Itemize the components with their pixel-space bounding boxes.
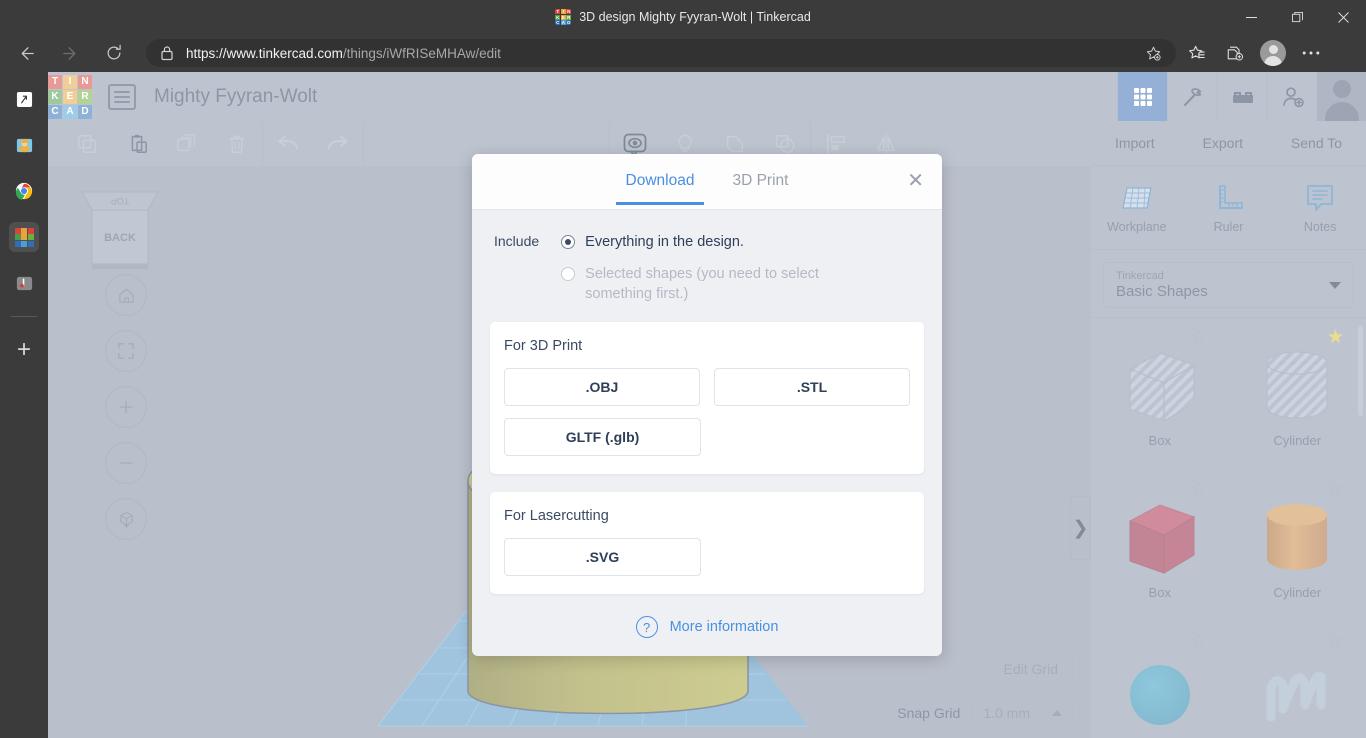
collections-icon[interactable]	[1218, 38, 1252, 68]
svg-download-button[interactable]: .SVG	[504, 538, 701, 576]
tinkercad-favicon: T I N K E R C A D	[555, 9, 572, 25]
favicon-letter: T	[555, 9, 561, 14]
lock-icon	[160, 45, 176, 61]
address-bar[interactable]: https://www.tinkercad.com/things/iWfRISe…	[146, 39, 1176, 67]
section-title: For Lasercutting	[504, 508, 609, 524]
section-title: For 3D Print	[504, 338, 583, 354]
more-information-label: More information	[669, 619, 779, 635]
browser-tab[interactable]: T I N K E R C A D 3D design Mighty Fyyra…	[555, 9, 811, 25]
gltf-download-button[interactable]: GLTF (.glb)	[504, 418, 701, 456]
profile-avatar[interactable]	[1256, 38, 1290, 68]
reload-icon[interactable]	[96, 37, 132, 69]
favicon-letter: C	[555, 20, 561, 25]
format-row: .OBJ .STL	[504, 368, 910, 406]
explorer-icon[interactable]	[9, 130, 39, 160]
tab-title: 3D design Mighty Fyyran-Wolt | Tinkercad	[579, 10, 811, 24]
browser-settings-icon[interactable]	[1294, 38, 1328, 68]
include-row: Include Everything in the design. Select…	[490, 232, 924, 304]
everything-radio[interactable]	[561, 235, 576, 249]
url-path: /things/iWfRISeMHAw/edit	[342, 45, 501, 61]
for-3d-print-section: For 3D Print .OBJ .STL GLTF (.glb)	[490, 322, 924, 474]
favicon-letter: D	[566, 20, 572, 25]
back-arrow-icon[interactable]	[8, 37, 44, 69]
stl-download-button[interactable]: .STL	[714, 368, 910, 406]
media-app-icon[interactable]	[9, 268, 39, 298]
forward-arrow-icon[interactable]	[52, 37, 88, 69]
favicon-letter: I	[560, 9, 566, 14]
selected-shapes-radio-label: Selected shapes (you need to select some…	[585, 266, 819, 302]
avatar	[1260, 40, 1286, 66]
favicon-letter: K	[555, 14, 561, 20]
maximize-button[interactable]	[1274, 0, 1320, 34]
everything-radio-option[interactable]: Everything in the design.	[561, 232, 843, 252]
url-text: https://www.tinkercad.com/things/iWfRISe…	[186, 46, 501, 61]
favicon-letter: A	[560, 20, 566, 25]
more-information-link[interactable]: ? More information	[490, 616, 924, 638]
obj-download-button[interactable]: .OBJ	[504, 368, 700, 406]
modal-header: Download 3D Print ✕	[472, 154, 942, 210]
add-app-button[interactable]: +	[9, 335, 39, 365]
url-scheme: https://	[186, 45, 227, 61]
url-host: www.tinkercad.com	[226, 45, 343, 61]
close-modal-button[interactable]: ✕	[907, 171, 924, 191]
tab-download[interactable]: Download	[615, 154, 705, 205]
favicon-letter: R	[566, 14, 572, 20]
for-lasercutting-section: For Lasercutting .SVG	[490, 492, 924, 594]
format-row: GLTF (.glb)	[504, 418, 910, 456]
selected-shapes-radio[interactable]	[561, 267, 576, 281]
browser-toolbar: https://www.tinkercad.com/things/iWfRISe…	[0, 34, 1366, 72]
favicon-letter: N	[566, 9, 572, 14]
windows-app-icon[interactable]	[9, 84, 39, 114]
include-options: Everything in the design. Selected shape…	[561, 232, 843, 304]
window-controls	[1228, 0, 1366, 34]
tab-3d-print[interactable]: 3D Print	[722, 154, 798, 204]
modal-tabs: Download 3D Print	[615, 154, 799, 205]
os-sidebar: +	[0, 72, 48, 738]
minimize-button[interactable]	[1228, 0, 1274, 34]
favicon-letter: E	[560, 14, 566, 20]
modal-body: Include Everything in the design. Select…	[472, 210, 942, 638]
format-row: .SVG	[504, 538, 910, 576]
close-window-button[interactable]	[1320, 0, 1366, 34]
selected-shapes-radio-option[interactable]: Selected shapes (you need to select some…	[561, 264, 843, 304]
everything-radio-label: Everything in the design.	[585, 234, 744, 250]
include-label: Include	[494, 233, 540, 249]
export-modal: Download 3D Print ✕ Include Everything i…	[472, 154, 942, 656]
browser-titlebar: T I N K E R C A D 3D design Mighty Fyyra…	[0, 0, 1366, 34]
question-circle-icon: ?	[635, 616, 658, 638]
add-favorite-icon[interactable]	[1140, 40, 1166, 66]
rail-divider	[11, 316, 37, 317]
tinkercad-app-icon[interactable]	[9, 222, 39, 252]
favorites-icon[interactable]	[1180, 38, 1214, 68]
google-chrome-icon[interactable]	[9, 176, 39, 206]
